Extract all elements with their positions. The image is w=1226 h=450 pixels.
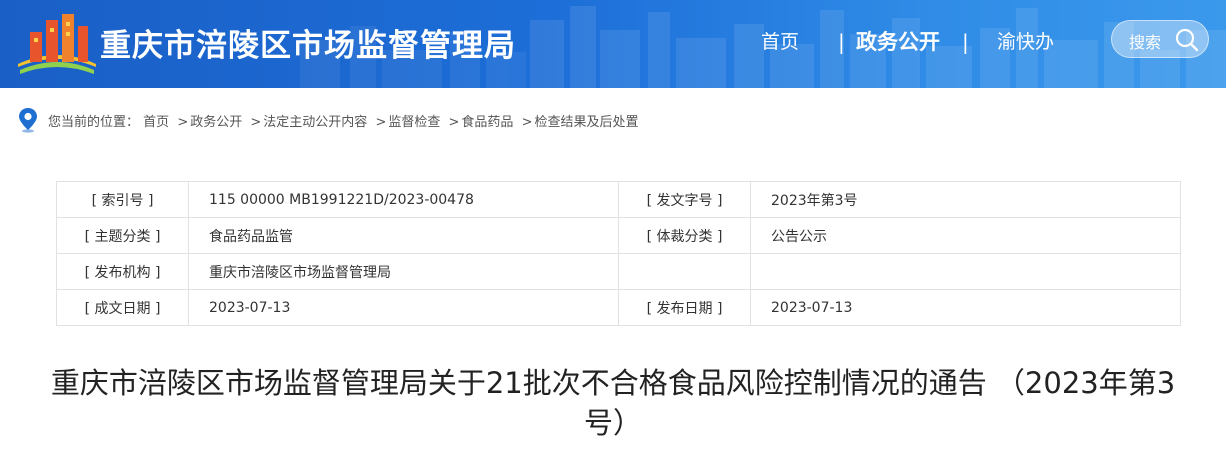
search-label: 搜索 [1129,33,1162,52]
meta-value-document-number: 2023年第3号 [750,181,1181,218]
breadcrumb-inspection-results[interactable]: 检查结果及后处置 [534,115,638,130]
nav-separator: | [962,30,969,54]
site-header: 重庆市涪陵区市场监督管理局 首页 | 政务公开 | 渝快办 搜索 [0,0,1226,88]
meta-value-topic: 食品药品监管 [188,217,619,254]
meta-label-index-number: [ 索引号 ] [56,181,189,218]
nav-yukuaiban[interactable]: 渝快办 [997,26,1054,58]
article-title: 重庆市涪陵区市场监督管理局关于21批次不合格食品风险控制情况的通告 （2023年… [50,366,1176,440]
location-pin-icon [19,108,37,133]
nav-government-affairs[interactable]: 政务公开 [856,26,940,58]
breadcrumb-prefix: 您当前的位置： [48,115,140,130]
nav-home[interactable]: 首页 [761,26,799,58]
meta-label-written-date: [ 成文日期 ] [56,289,189,326]
meta-value-written-date: 2023-07-13 [188,289,619,326]
table-row: [ 索引号 ] 115 00000 MB1991221D/2023-00478 … [56,181,1181,218]
meta-label-empty [618,253,751,290]
breadcrumb-supervision-inspection[interactable]: 监督检查 [388,115,440,130]
table-row: [ 发布机构 ] 重庆市涪陵区市场监督管理局 [56,253,1181,290]
meta-label-publisher: [ 发布机构 ] [56,253,189,290]
table-row: [ 主题分类 ] 食品药品监管 [ 体裁分类 ] 公告公示 [56,217,1181,254]
breadcrumb-separator: > [448,115,460,130]
breadcrumb-text: 您当前的位置： 首页 > 政务公开 > 法定主动公开内容 > 监督检查 > 食品药品 >… [48,111,638,130]
document-meta-table: [ 索引号 ] 115 00000 MB1991221D/2023-00478 … [56,181,1181,326]
nav-separator: | [838,30,845,54]
meta-value-publish-date: 2023-07-13 [750,289,1181,326]
meta-value-index-number: 115 00000 MB1991221D/2023-00478 [188,181,619,218]
search-icon [1175,28,1199,52]
meta-label-document-number: [ 发文字号 ] [618,181,751,218]
meta-label-topic: [ 主题分类 ] [56,217,189,254]
meta-label-publish-date: [ 发布日期 ] [618,289,751,326]
meta-label-genre: [ 体裁分类 ] [618,217,751,254]
meta-value-empty [750,253,1181,290]
breadcrumb-home[interactable]: 首页 [143,115,169,130]
breadcrumb-separator: > [375,115,387,130]
breadcrumb-separator: > [521,115,533,130]
meta-value-publisher: 重庆市涪陵区市场监督管理局 [188,253,619,290]
building-logo-icon [18,14,96,74]
breadcrumb-government-affairs[interactable]: 政务公开 [190,115,242,130]
breadcrumb-statutory-disclosure[interactable]: 法定主动公开内容 [263,115,367,130]
breadcrumb-separator: > [177,115,189,130]
meta-value-genre: 公告公示 [750,217,1181,254]
table-row: [ 成文日期 ] 2023-07-13 [ 发布日期 ] 2023-07-13 [56,289,1181,326]
search-button[interactable]: 搜索 [1111,20,1209,58]
breadcrumb-separator: > [250,115,262,130]
breadcrumb-food-drugs[interactable]: 食品药品 [461,115,513,130]
site-title[interactable]: 重庆市涪陵区市场监督管理局 [100,20,516,65]
